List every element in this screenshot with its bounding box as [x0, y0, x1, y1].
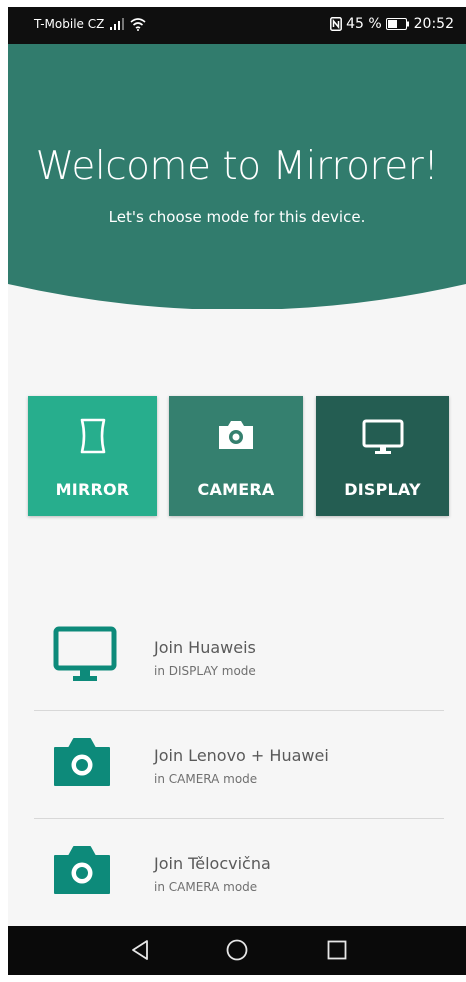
- back-icon[interactable]: [130, 939, 150, 965]
- home-icon[interactable]: [226, 939, 248, 965]
- camera-icon: [52, 733, 112, 793]
- device-mode: in CAMERA mode: [154, 880, 258, 894]
- welcome-header: Welcome to Mirrorer! Let's choose mode f…: [8, 44, 466, 309]
- camera-mode-button[interactable]: CAMERA: [169, 396, 303, 516]
- clock: 20:52: [413, 16, 454, 32]
- battery-percent: 45 %: [346, 16, 382, 32]
- display-mode-label: DISPLAY: [344, 480, 421, 499]
- monitor-icon: [52, 625, 118, 689]
- monitor-icon: [361, 418, 405, 460]
- device-list: Join Huaweis in DISPLAY mode Join Lenovo…: [34, 603, 444, 926]
- status-bar: T-Mobile CZ 45 % 20:52: [8, 7, 466, 44]
- signal-icon: [110, 18, 125, 30]
- page-subtitle: Let's choose mode for this device.: [108, 208, 366, 226]
- recents-icon[interactable]: [327, 939, 347, 965]
- list-item-huaweis[interactable]: Join Huaweis in DISPLAY mode: [34, 603, 444, 711]
- device-mode: in DISPLAY mode: [154, 664, 256, 678]
- mirror-icon: [78, 418, 108, 458]
- camera-icon: [52, 841, 112, 901]
- camera-icon: [216, 418, 256, 456]
- battery-icon: [385, 18, 410, 30]
- app-screen: T-Mobile CZ 45 % 20:52 Welcome to Mirror…: [8, 7, 466, 975]
- wifi-icon: [130, 17, 146, 31]
- device-name: Join Lenovo + Huawei: [154, 746, 329, 765]
- status-left: T-Mobile CZ: [34, 17, 146, 31]
- page-title: Welcome to Mirrorer!: [35, 144, 439, 189]
- nfc-icon: [330, 17, 343, 31]
- device-name: Join Huaweis: [154, 638, 256, 657]
- mirror-mode-label: MIRROR: [55, 480, 130, 499]
- device-mode: in CAMERA mode: [154, 772, 258, 786]
- display-mode-button[interactable]: DISPLAY: [316, 396, 449, 516]
- status-right: 45 % 20:52: [330, 16, 454, 32]
- list-item-telocvicna[interactable]: Join Tělocvična in CAMERA mode: [34, 819, 444, 926]
- camera-mode-label: CAMERA: [197, 480, 275, 499]
- navigation-bar: [8, 926, 466, 975]
- list-item-lenovo-huawei[interactable]: Join Lenovo + Huawei in CAMERA mode: [34, 711, 444, 819]
- device-name: Join Tělocvična: [154, 854, 271, 873]
- mirror-mode-button[interactable]: MIRROR: [28, 396, 157, 516]
- carrier-name: T-Mobile CZ: [34, 17, 105, 31]
